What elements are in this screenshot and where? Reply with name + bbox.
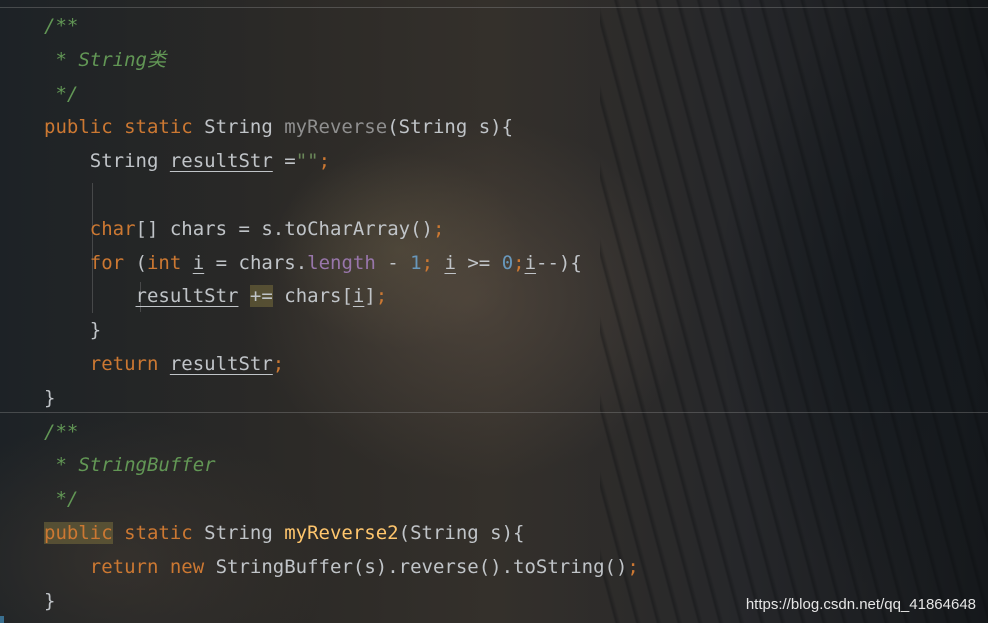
code-token: -: [375, 251, 411, 274]
code-token: i: [352, 285, 365, 308]
code-token: /**: [44, 15, 79, 37]
watermark-text: https://blog.csdn.net/qq_41864648: [745, 596, 976, 613]
code-token: public: [44, 522, 113, 544]
code-line[interactable]: String resultStr ="";: [44, 145, 330, 178]
code-token: }: [44, 589, 56, 612]
code-token: myReverse2: [284, 522, 399, 544]
code-line[interactable]: public static String myReverse2(String s…: [44, 517, 524, 550]
code-token: [] chars = s.toCharArray(): [135, 217, 433, 240]
code-token: 1: [410, 251, 422, 274]
code-token: >=: [455, 251, 502, 274]
code-token: ;: [627, 555, 639, 578]
code-token: char: [89, 217, 136, 240]
code-line[interactable]: * String类: [44, 44, 166, 77]
code-token: public static: [44, 116, 205, 139]
code-token: ;: [318, 150, 331, 173]
code-token: = chars.: [204, 251, 308, 274]
gutter-marker: [0, 616, 4, 623]
code-line[interactable]: public static String myReverse(String s)…: [44, 111, 513, 144]
code-line[interactable]: resultStr += chars[i];: [44, 280, 387, 313]
code-line[interactable]: return resultStr;: [44, 348, 284, 381]
code-line[interactable]: /**: [44, 416, 78, 449]
code-line[interactable]: return new StringBuffer(s).reverse().toS…: [44, 551, 639, 584]
code-token: }: [44, 319, 102, 342]
code-token: (String s){: [387, 116, 514, 139]
code-editor[interactable]: /** * String类 */ public static String myR…: [0, 0, 988, 623]
code-token: (String s){: [398, 522, 525, 544]
code-token: String: [204, 522, 285, 544]
code-line[interactable]: }: [44, 382, 55, 415]
code-token: resultStr: [169, 353, 273, 375]
code-token: chars[: [272, 285, 353, 308]
code-token: ;: [513, 251, 525, 274]
code-line[interactable]: for (int i = chars.length - 1; i >= 0;i-…: [44, 247, 582, 280]
code-token: * StringBuffer: [44, 454, 216, 477]
code-token: ;: [375, 285, 388, 308]
code-token: /**: [44, 420, 79, 443]
code-line[interactable]: }: [44, 585, 55, 618]
code-token: (: [135, 251, 147, 274]
code-token: i: [192, 251, 205, 274]
code-token: i: [524, 251, 537, 274]
code-token: length: [307, 251, 376, 274]
code-token: 0: [501, 251, 514, 274]
code-line[interactable]: */: [44, 483, 78, 516]
code-token: resultStr: [135, 285, 239, 308]
code-token: myReverse: [284, 116, 388, 139]
code-token: ;: [421, 251, 445, 274]
code-line[interactable]: * StringBuffer: [44, 449, 216, 482]
code-token: i: [444, 251, 456, 274]
code-token: =: [272, 150, 296, 173]
code-token: +=: [249, 285, 273, 308]
code-line[interactable]: char[] chars = s.toCharArray();: [44, 213, 445, 246]
code-token: ;: [272, 353, 285, 375]
code-token: return: [89, 353, 170, 375]
code-token: int: [146, 251, 193, 274]
code-token: StringBuffer(s).reverse().toString(): [215, 555, 628, 578]
code-token: for: [89, 251, 136, 274]
code-token: --){: [536, 251, 582, 274]
code-line[interactable]: }: [44, 314, 101, 347]
code-token: resultStr: [169, 150, 273, 173]
code-token: return new: [89, 555, 216, 578]
code-token: static: [112, 522, 205, 544]
code-token: String: [44, 150, 170, 173]
code-token: ;: [432, 217, 445, 240]
code-token: }: [44, 386, 56, 409]
code-token: * String类: [44, 48, 166, 71]
code-token: ]: [364, 285, 376, 308]
code-token: "": [295, 150, 319, 173]
code-line[interactable]: /**: [44, 10, 78, 43]
code-token: */: [44, 488, 79, 511]
code-line[interactable]: */: [44, 78, 78, 111]
code-token: */: [44, 82, 79, 105]
code-token: String: [204, 116, 285, 139]
